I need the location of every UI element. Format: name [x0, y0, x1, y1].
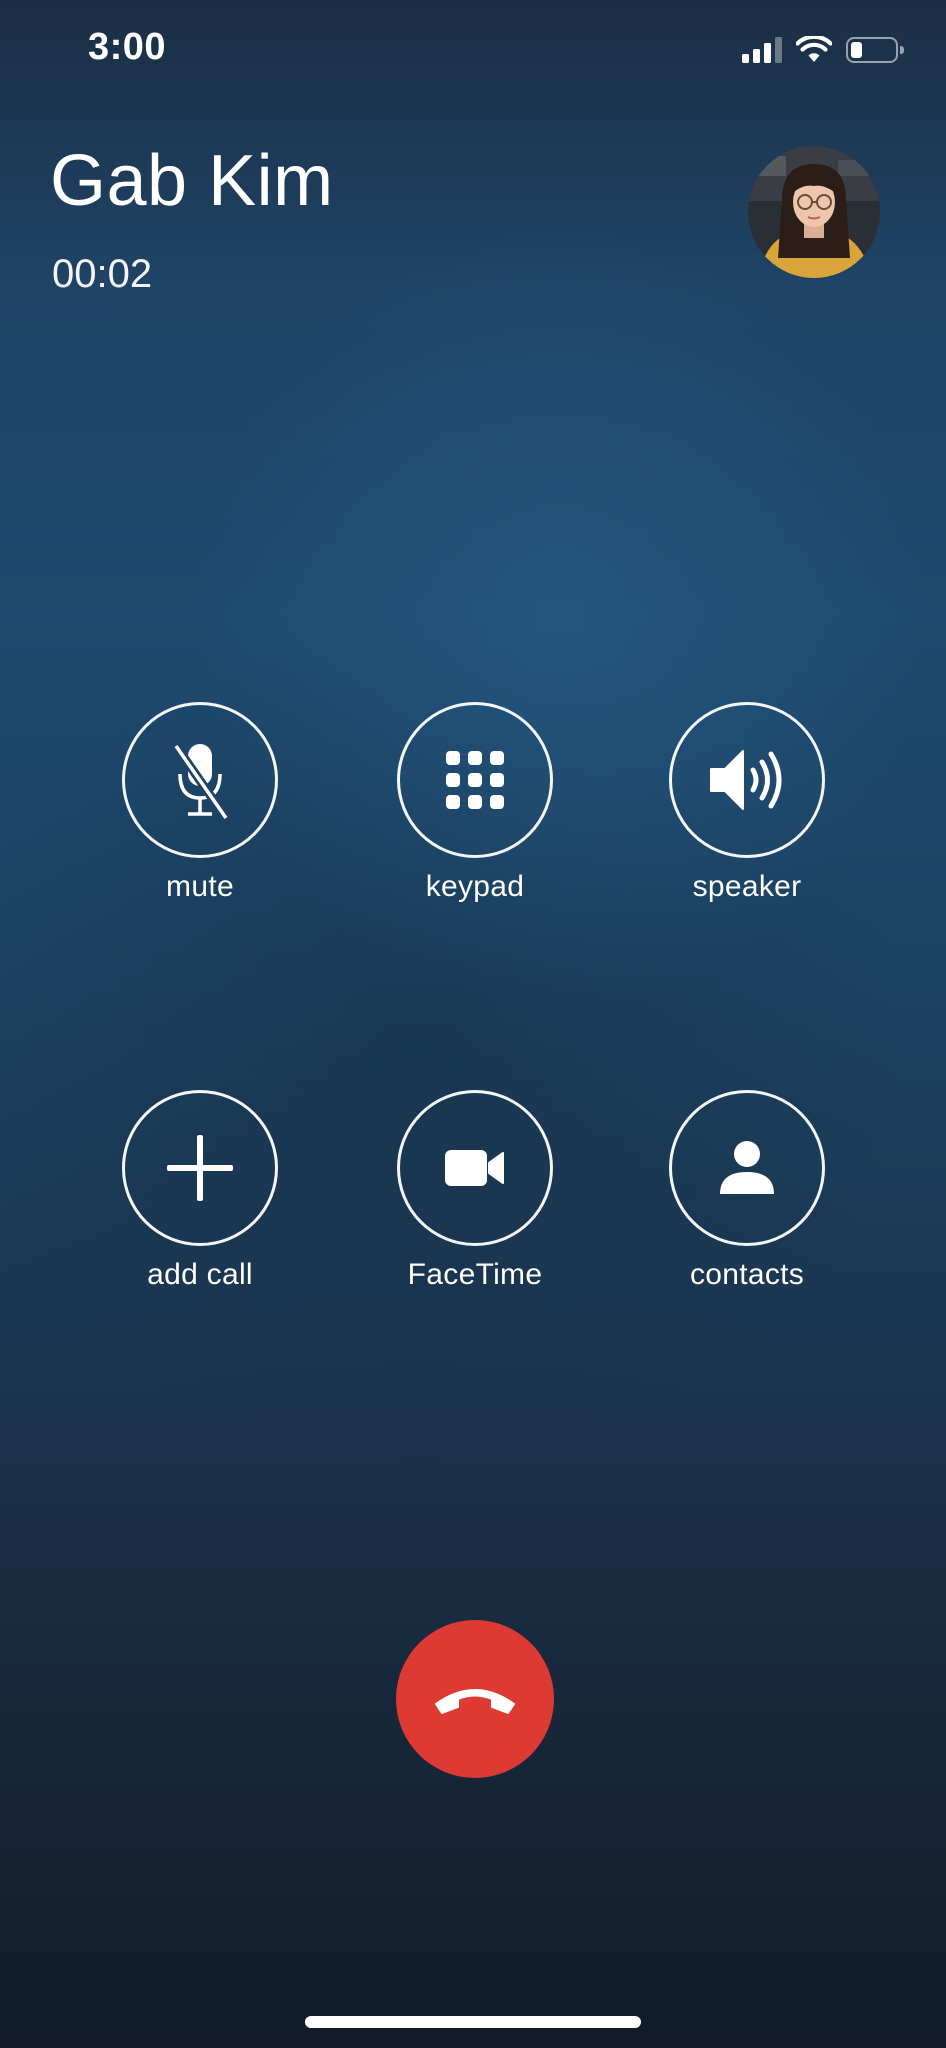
- keypad-circle[interactable]: [397, 702, 553, 858]
- mute-circle[interactable]: [122, 702, 278, 858]
- contacts-button[interactable]: contacts: [647, 1090, 847, 1292]
- facetime-circle[interactable]: [397, 1090, 553, 1246]
- call-screen: 3:00 Gab Kim 00:02 mute keypad speaker a…: [0, 0, 946, 2048]
- plus-icon: [167, 1135, 233, 1201]
- keypad-button[interactable]: keypad: [375, 702, 575, 904]
- contacts-label: contacts: [689, 1258, 805, 1291]
- battery-icon: [846, 37, 904, 63]
- contacts-circle[interactable]: [669, 1090, 825, 1246]
- caller-name: Gab Kim: [50, 141, 334, 221]
- speaker-circle[interactable]: [669, 702, 825, 858]
- end-call-button[interactable]: [396, 1620, 554, 1778]
- person-icon: [720, 1141, 774, 1194]
- mute-label: mute: [166, 870, 234, 903]
- speaker-icon: [710, 750, 782, 810]
- add-call-label: add call: [147, 1258, 253, 1291]
- add-call-circle[interactable]: [122, 1090, 278, 1246]
- home-indicator[interactable]: [305, 2016, 641, 2028]
- microphone-muted-icon: [172, 743, 230, 821]
- keypad-grid-icon: [446, 751, 504, 809]
- wifi-icon: [796, 36, 832, 62]
- speaker-label: speaker: [692, 870, 802, 903]
- mute-button[interactable]: mute: [100, 702, 300, 904]
- cellular-signal-icon: [742, 37, 782, 63]
- phone-hangup-icon: [435, 1689, 515, 1714]
- keypad-label: keypad: [425, 870, 525, 903]
- facetime-button[interactable]: FaceTime: [375, 1090, 575, 1292]
- status-bar-icons: [742, 30, 904, 70]
- speaker-button[interactable]: speaker: [647, 702, 847, 904]
- contact-avatar[interactable]: [748, 146, 880, 278]
- status-bar-time: 3:00: [88, 26, 167, 68]
- call-duration: 00:02: [52, 252, 153, 296]
- video-camera-icon: [445, 1150, 504, 1186]
- facetime-label: FaceTime: [407, 1258, 543, 1291]
- add-call-button[interactable]: add call: [100, 1090, 300, 1292]
